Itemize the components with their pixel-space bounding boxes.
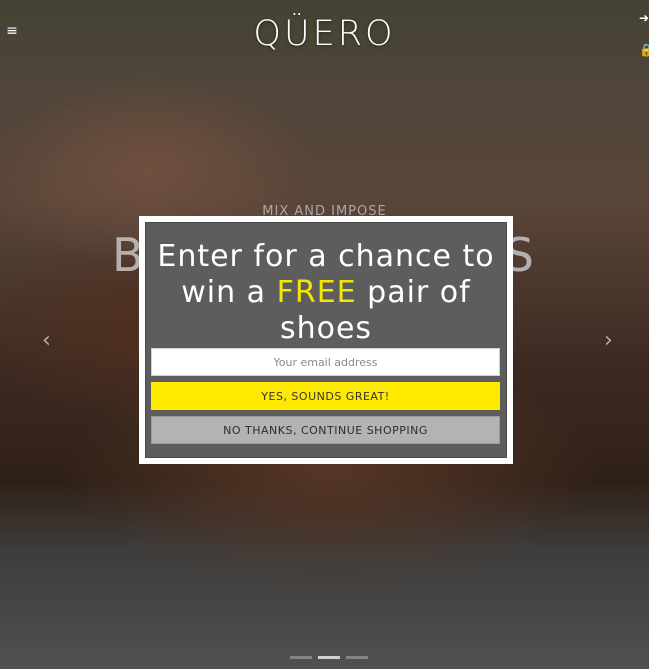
login-icon[interactable]: ➜ xyxy=(639,11,649,25)
site-logo[interactable]: QÜERO xyxy=(0,14,649,54)
cart-icon[interactable]: 🔒 xyxy=(639,43,649,57)
carousel-indicators xyxy=(290,656,368,660)
top-bar: ≡ QÜERO ➜ 🔒 xyxy=(0,0,649,70)
email-input[interactable] xyxy=(151,348,500,376)
popup-panel: Enter for a chance to win a FREE pair of… xyxy=(145,222,507,458)
carousel-indicator[interactable] xyxy=(346,656,368,659)
yes-button[interactable]: YES, SOUNDS GREAT! xyxy=(151,382,500,410)
no-thanks-button[interactable]: NO THANKS, CONTINUE SHOPPING xyxy=(151,416,500,444)
popup-headline: Enter for a chance to win a FREE pair of… xyxy=(146,239,506,347)
headline-highlight: FREE xyxy=(276,275,357,310)
carousel-indicator-active[interactable] xyxy=(318,656,340,659)
carousel-indicator[interactable] xyxy=(290,656,312,659)
carousel-next-icon[interactable]: › xyxy=(604,330,613,352)
carousel-prev-icon[interactable]: ‹ xyxy=(42,330,51,352)
newsletter-popup: Enter for a chance to win a FREE pair of… xyxy=(139,216,513,464)
